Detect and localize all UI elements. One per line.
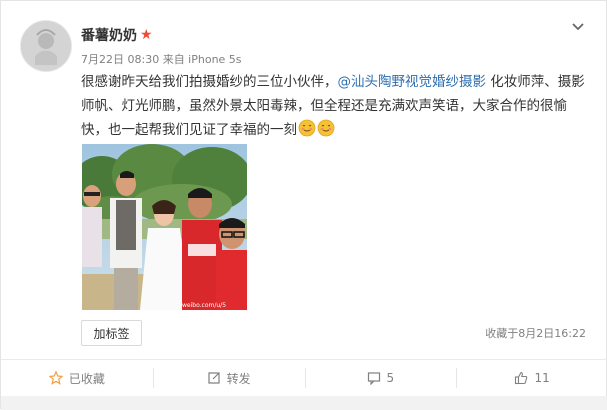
username[interactable]: 番薯奶奶 ★ [81,25,153,45]
post-photo[interactable]: weibo.com/u/5 [82,144,247,310]
mention-link[interactable]: @汕头陶野视觉婚纱摄影 [338,74,487,90]
star-outline-icon [48,371,63,385]
avatar[interactable] [20,20,72,72]
favorite-label: 已收藏 [68,371,105,386]
comment-count: 5 [386,371,395,385]
smile-emoji-icon [317,119,335,137]
favorite-button[interactable]: 已收藏 [1,360,153,396]
comment-button[interactable]: 5 [304,360,457,396]
post-action-bar: 已收藏 转发 5 11 [1,359,607,396]
smile-emoji-icon [298,119,316,137]
like-count: 11 [534,371,550,385]
username-text[interactable]: 番薯奶奶 [81,25,137,45]
repost-icon [207,371,221,385]
post-content: 很感谢昨天给我们拍摄婚纱的三位小伙伴，@汕头陶野视觉婚纱摄影 化妆师萍、摄影师帆… [81,70,586,142]
like-button[interactable]: 11 [456,360,607,396]
bottom-gap [1,396,607,410]
favorited-time: 收藏于8月2日16:22 [485,327,586,340]
repost-button[interactable]: 转发 [152,360,305,396]
chevron-down-icon[interactable] [570,19,586,35]
content-text: 很感谢昨天给我们拍摄婚纱的三位小伙伴， [81,74,338,90]
star-icon: ★ [140,27,153,43]
repost-label: 转发 [226,371,251,386]
weibo-post-card: 番薯奶奶 ★ 7月22日 08:30 来自 iPhone 5s 很感谢昨天给我们… [0,0,607,410]
add-tag-button[interactable]: 加标签 [81,320,142,346]
thumbs-up-icon [514,371,528,385]
photo-watermark: weibo.com/u/5 [182,302,226,309]
comment-icon [367,371,381,385]
post-meta: 7月22日 08:30 来自 iPhone 5s [81,53,242,66]
